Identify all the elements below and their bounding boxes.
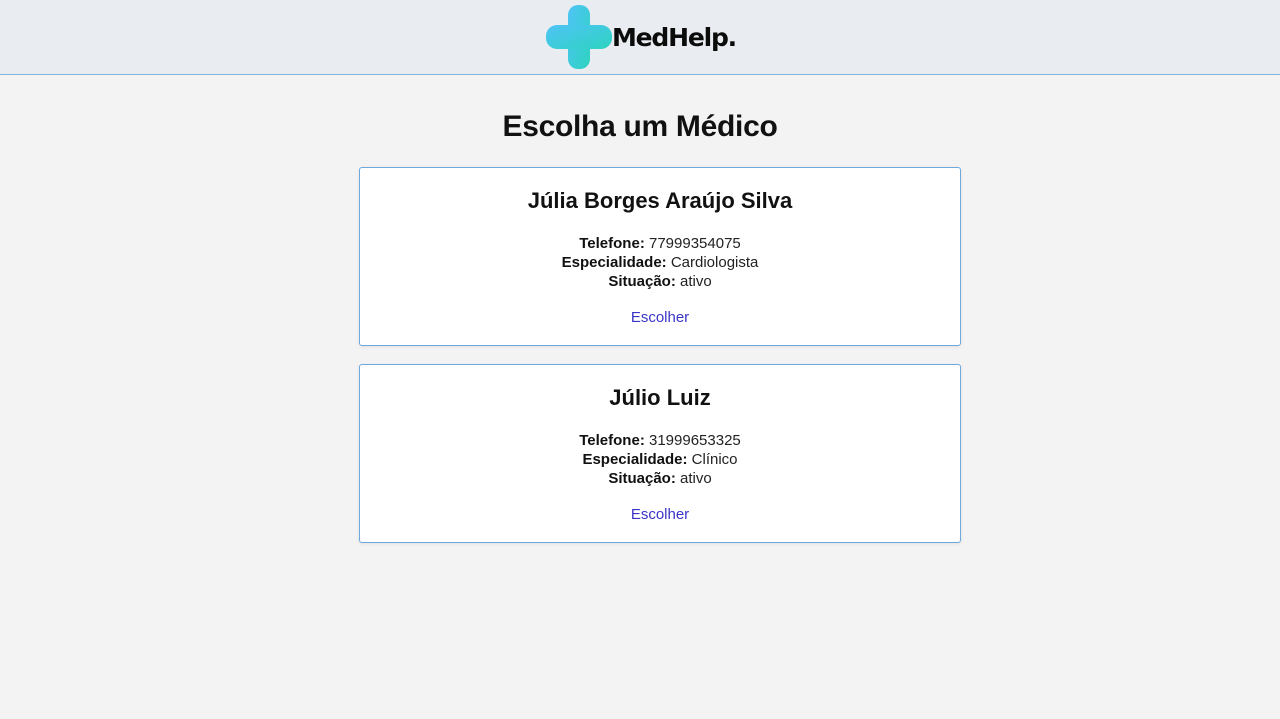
phone-label: Telefone: [579, 235, 645, 252]
specialty-value: Cardiologista [670, 254, 759, 271]
status-label: Situação: [608, 470, 676, 487]
doctor-name: Júlio Luiz [609, 385, 711, 410]
phone-value: 77999354075 [648, 235, 741, 252]
choose-doctor-link[interactable]: Escolher [631, 506, 689, 523]
specialty-label: Especialidade: [582, 451, 688, 468]
medical-cross-icon [546, 5, 612, 69]
doctor-status: Situação: ativo [360, 272, 960, 291]
status-value: ativo [680, 470, 712, 487]
phone-value: 31999653325 [648, 432, 741, 449]
doctor-list: Júlia Borges Araújo Silva Telefone: 7799… [359, 167, 961, 561]
status-label: Situação: [608, 273, 676, 290]
doctor-name: Júlia Borges Araújo Silva [527, 188, 793, 213]
doctor-card: Júlia Borges Araújo Silva Telefone: 7799… [359, 167, 961, 346]
page-title: Escolha um Médico [502, 110, 778, 143]
logo[interactable]: MedHelp. [546, 5, 737, 69]
phone-label: Telefone: [579, 432, 645, 449]
logo-text: MedHelp. [612, 22, 737, 52]
doctor-card: Júlio Luiz Telefone: 31999653325 Especia… [359, 364, 961, 543]
doctor-specialty: Especialidade: Cardiologista [360, 253, 960, 272]
doctor-status: Situação: ativo [360, 469, 960, 488]
doctor-phone: Telefone: 77999354075 [360, 234, 960, 253]
status-value: ativo [680, 273, 712, 290]
app-header: MedHelp. [0, 0, 1280, 75]
choose-doctor-link[interactable]: Escolher [631, 309, 689, 326]
specialty-label: Especialidade: [561, 254, 667, 271]
specialty-value: Clínico [691, 451, 738, 468]
doctor-phone: Telefone: 31999653325 [360, 431, 960, 450]
doctor-specialty: Especialidade: Clínico [360, 450, 960, 469]
